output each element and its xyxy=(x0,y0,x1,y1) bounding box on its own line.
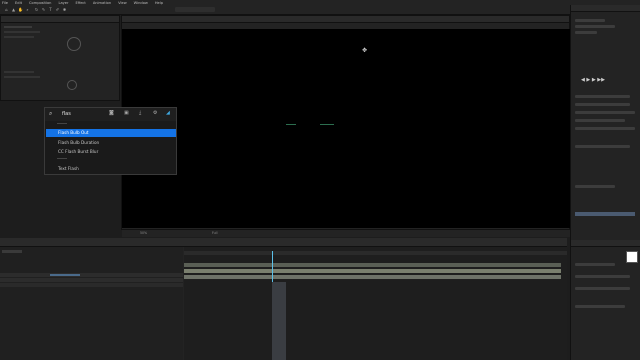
hand-icon[interactable]: ✋ xyxy=(18,7,23,12)
layer-row[interactable] xyxy=(0,283,183,287)
preview-setting[interactable] xyxy=(575,127,635,130)
puppet-icon[interactable]: ✱ xyxy=(62,7,67,12)
layer-row[interactable] xyxy=(4,31,40,33)
gear-icon[interactable]: ⚙ xyxy=(153,110,157,116)
font-size-field[interactable] xyxy=(575,263,615,266)
preview-setting[interactable] xyxy=(575,95,630,98)
rotation-dial-icon[interactable] xyxy=(67,37,81,51)
preview-controls[interactable]: ◀ ▶ ▶ ▶▶ xyxy=(581,77,605,83)
menu-item[interactable]: Animation xyxy=(93,1,111,5)
menu-item[interactable]: Effect xyxy=(75,1,85,5)
menu-item[interactable]: View xyxy=(118,1,127,5)
download-icon[interactable]: ⤓ xyxy=(139,110,141,116)
category-divider xyxy=(57,123,67,124)
character-tabs xyxy=(571,240,640,247)
layer-name-field[interactable] xyxy=(50,274,80,276)
resolution-select[interactable]: Full xyxy=(212,231,217,235)
preview-setting[interactable] xyxy=(575,119,625,122)
info-row xyxy=(575,19,605,22)
layer-row[interactable] xyxy=(4,36,34,38)
camera-icon[interactable]: ◙ xyxy=(109,110,114,116)
effect-search-popup: ⌕ flas ◙ ▣ ⤓ ⚙ ◢ Flash Bulb Out Flash Bu… xyxy=(44,107,177,175)
info-tabs xyxy=(571,5,640,12)
search-result[interactable]: CC Flash Burst Blur xyxy=(46,148,176,156)
rotation-dial-icon[interactable] xyxy=(67,80,77,90)
time-ruler[interactable] xyxy=(184,251,567,255)
text-icon[interactable]: T xyxy=(48,7,53,12)
layer-bar[interactable] xyxy=(184,275,561,279)
home-icon[interactable]: ⌂ xyxy=(4,7,9,12)
preview-setting[interactable] xyxy=(575,103,630,106)
layer-row[interactable] xyxy=(0,273,183,277)
timeline-panel xyxy=(0,238,567,360)
layer-row[interactable] xyxy=(4,26,32,28)
layer-row[interactable] xyxy=(0,278,183,282)
layer-row[interactable] xyxy=(4,76,40,78)
search-result[interactable]: Flash Bulb Out xyxy=(46,129,176,137)
timeline-tracks xyxy=(184,247,567,360)
tracking-field[interactable] xyxy=(575,275,630,278)
timecode[interactable] xyxy=(2,250,22,253)
zoom-level[interactable]: 50% xyxy=(140,231,147,235)
pen-icon[interactable]: ✎ xyxy=(41,7,46,12)
snapping-toggle[interactable] xyxy=(175,7,215,12)
effect-search-field[interactable] xyxy=(575,212,635,216)
effects-presets-header xyxy=(575,185,615,188)
send-icon[interactable]: ◢ xyxy=(166,110,170,116)
search-result[interactable]: Flash Bulb Duration xyxy=(46,139,176,147)
right-panels: ◀ ▶ ▶ ▶▶ xyxy=(570,5,640,360)
fill-color-swatch[interactable] xyxy=(626,251,638,263)
menu-item[interactable]: Edit xyxy=(15,1,22,5)
preview-setting[interactable] xyxy=(575,145,630,148)
layer-bar[interactable] xyxy=(184,263,561,267)
project-panel xyxy=(0,15,120,101)
composition-tabs xyxy=(122,16,569,23)
viewer-footer: 50% Full xyxy=(122,229,570,237)
search-bar: ⌕ flas ◙ ▣ ⤓ ⚙ ◢ xyxy=(45,108,176,121)
search-input[interactable]: flas xyxy=(62,111,71,117)
paragraph-align[interactable] xyxy=(575,305,625,308)
menu-item[interactable]: File xyxy=(2,1,8,5)
search-result[interactable]: Text Flash xyxy=(46,165,176,173)
project-panel-tabs xyxy=(1,16,119,23)
baseline-field[interactable] xyxy=(575,287,630,290)
zoom-icon[interactable]: ⌕ xyxy=(25,7,30,12)
image-icon[interactable]: ▣ xyxy=(124,110,129,116)
info-row xyxy=(575,31,597,34)
menu-item[interactable]: Layer xyxy=(58,1,68,5)
info-row xyxy=(575,25,615,28)
layer-list xyxy=(0,247,183,360)
menu-item[interactable]: Help xyxy=(155,1,163,5)
layer-row[interactable] xyxy=(4,71,34,73)
brush-icon[interactable]: ✐ xyxy=(55,7,60,12)
selection-icon[interactable]: ▲ xyxy=(11,7,16,12)
preview-setting[interactable] xyxy=(575,111,635,114)
anchor-point-icon[interactable]: ✥ xyxy=(362,47,367,54)
work-area-highlight xyxy=(272,282,286,360)
menu-item[interactable]: Composition xyxy=(29,1,51,5)
toolbar: ⌂ ▲ ✋ ⌕ ↻ ✎ T ✐ ✱ xyxy=(0,5,640,15)
menu-item[interactable]: Window xyxy=(134,1,148,5)
timeline-tabs xyxy=(0,238,567,247)
layer-bar[interactable] xyxy=(184,269,561,273)
text-layer-mark xyxy=(286,124,296,125)
text-layer-mark xyxy=(320,124,334,125)
category-divider xyxy=(57,158,67,159)
search-icon: ⌕ xyxy=(49,110,53,117)
orbit-icon[interactable]: ↻ xyxy=(34,7,39,12)
composition-viewer[interactable]: ✥ xyxy=(122,29,570,228)
